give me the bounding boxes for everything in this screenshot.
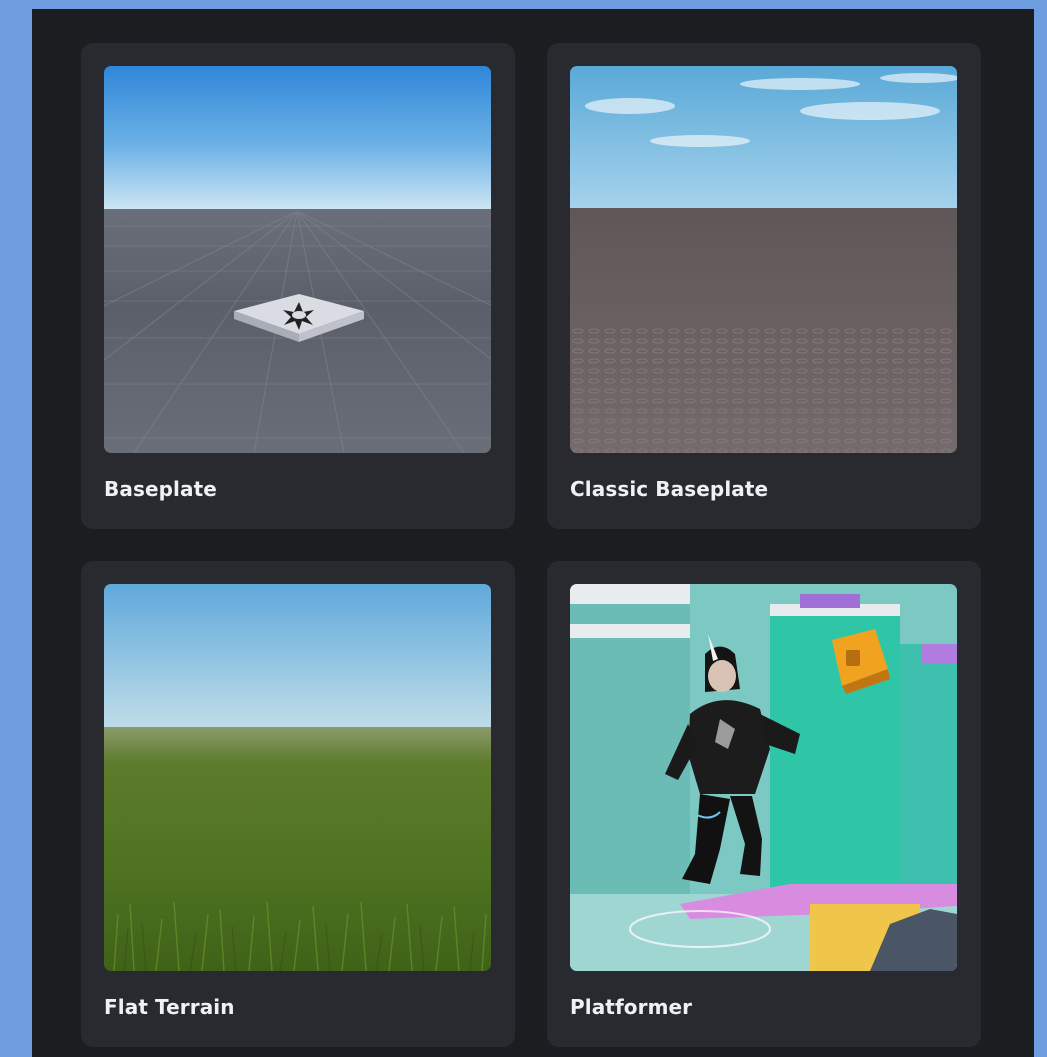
flat-terrain-thumbnail[interactable] [104,584,491,971]
template-card-baseplate[interactable]: Baseplate [81,43,515,529]
template-title: Platformer [570,995,693,1019]
template-title: Flat Terrain [104,995,235,1019]
platformer-thumbnail[interactable] [570,584,957,971]
template-card-classic-baseplate[interactable]: Classic Baseplate [547,43,981,529]
template-title: Baseplate [104,477,217,501]
classic-baseplate-thumbnail[interactable] [570,66,957,453]
baseplate-thumbnail[interactable] [104,66,491,453]
template-title: Classic Baseplate [570,477,769,501]
template-card-platformer[interactable]: Platformer [547,561,981,1047]
template-card-flat-terrain[interactable]: Flat Terrain [81,561,515,1047]
template-gallery-panel: Baseplate Classic Baseplate Flat Terrain… [32,9,1034,1057]
